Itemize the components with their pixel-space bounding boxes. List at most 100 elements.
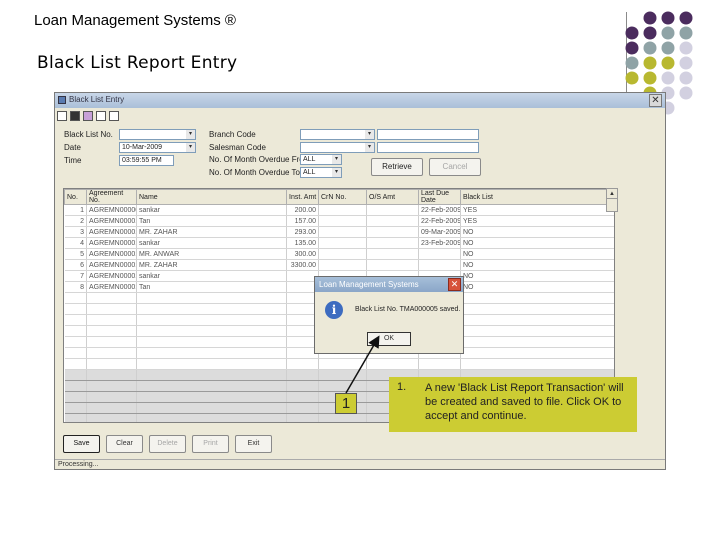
col-header-last-due-date[interactable]: Last Due Date — [418, 189, 461, 205]
toolbar — [57, 111, 119, 125]
salesman-name-field[interactable] — [377, 142, 479, 153]
branch-code-label: Branch Code — [209, 130, 256, 139]
row-black-list: NO — [460, 270, 614, 282]
decorative-dot — [661, 11, 675, 25]
decorative-dot — [679, 26, 693, 40]
time-field[interactable]: 03:59:55 PM — [119, 155, 174, 166]
table-row[interactable]: 2AGREMN000010Tan157.00 22-Feb-2009YES — [64, 215, 614, 227]
table-row[interactable]: 3AGREMN000010MR. ZAHAR293.00 09-Mar-2009N… — [64, 226, 614, 238]
print-icon[interactable] — [96, 111, 106, 121]
scroll-up-icon[interactable]: ▲ — [607, 189, 617, 199]
row-name: Tan — [136, 281, 287, 293]
blacklist-no-field[interactable]: ▾ — [119, 129, 196, 140]
empty-cell — [286, 369, 319, 381]
row-last-due-date: 23-Feb-2009 — [418, 237, 461, 249]
retrieve-button[interactable]: Retrieve — [371, 158, 423, 176]
chevron-down-icon[interactable]: ▾ — [186, 130, 195, 139]
row-crn-no — [318, 259, 367, 271]
date-field[interactable]: 10-Mar-2009 ▾ — [119, 142, 196, 153]
salesman-code-field[interactable]: ▾ — [300, 142, 375, 153]
col-header-no[interactable]: No. — [64, 189, 87, 205]
edit-pencil-icon[interactable] — [83, 111, 93, 121]
exit-icon[interactable] — [109, 111, 119, 121]
row-name: MR. ZAHAR — [136, 226, 287, 238]
save-button[interactable]: Save — [63, 435, 100, 453]
row-black-list: NO — [460, 237, 614, 249]
chevron-down-icon[interactable]: ▾ — [365, 130, 374, 139]
col-header-crn-no[interactable]: CrN No. — [318, 189, 367, 205]
months-overdue-from-select[interactable]: ALL ▾ — [300, 154, 342, 165]
row-os-amt — [366, 259, 419, 271]
row-name: sankar — [136, 204, 287, 216]
decorative-dot — [661, 26, 675, 40]
print-button[interactable]: Print — [192, 435, 229, 453]
empty-cell — [136, 391, 287, 403]
row-no: 8 — [64, 281, 87, 293]
saved-message-dialog: Loan Management Systems ✕ i Black List N… — [314, 276, 464, 354]
table-row[interactable]: 5AGREMN000012MR. ANWAR300.00 NO — [64, 248, 614, 260]
grid-header-row: No. Agreement No. Name Inst. Amt CrN No.… — [64, 189, 614, 205]
col-header-os-amt[interactable]: O/S Amt — [366, 189, 419, 205]
empty-cell — [286, 380, 319, 392]
row-name: sankar — [136, 270, 287, 282]
empty-cell — [136, 358, 287, 370]
action-buttons: Save Clear Delete Print Exit — [63, 435, 272, 453]
col-header-name[interactable]: Name — [136, 189, 287, 205]
row-crn-no — [318, 237, 367, 249]
row-agreement-no: AGREMN000011 — [86, 237, 137, 249]
empty-cell — [86, 292, 137, 304]
status-bar: Processing... — [55, 459, 665, 470]
branch-name-field[interactable] — [377, 129, 479, 140]
row-agreement-no: AGREMN000013 — [86, 259, 137, 271]
empty-cell — [318, 413, 367, 422]
decorative-dot — [625, 41, 639, 55]
months-overdue-to-select[interactable]: ALL ▾ — [300, 167, 342, 178]
grid-scrollbar[interactable]: ▲ — [606, 188, 618, 212]
row-os-amt — [366, 204, 419, 216]
decorative-dot — [679, 86, 693, 100]
row-inst-amt: 135.00 — [286, 237, 319, 249]
decorative-dot — [643, 56, 657, 70]
table-row[interactable]: 1AGREMN000009sankar200.00 22-Feb-2009YES — [64, 204, 614, 216]
row-inst-amt: 300.00 — [286, 248, 319, 260]
ok-button[interactable]: OK — [367, 332, 411, 346]
cancel-button[interactable]: Cancel — [429, 158, 481, 176]
row-last-due-date: 09-Mar-2009 — [418, 226, 461, 238]
new-doc-icon[interactable] — [57, 111, 67, 121]
window-titlebar[interactable]: Black List Entry ✕ — [55, 93, 665, 108]
row-os-amt — [366, 226, 419, 238]
row-black-list: NO — [460, 281, 614, 293]
chevron-down-icon[interactable]: ▾ — [332, 168, 341, 177]
empty-cell — [86, 325, 137, 337]
row-last-due-date — [418, 259, 461, 271]
date-label: Date — [64, 143, 81, 152]
clear-button[interactable]: Clear — [106, 435, 143, 453]
row-inst-amt: 3300.00 — [286, 259, 319, 271]
chevron-down-icon[interactable]: ▾ — [365, 143, 374, 152]
decorative-dot — [643, 11, 657, 25]
empty-row — [64, 358, 614, 370]
dialog-message: Black List No. TMA000005 saved. — [355, 306, 461, 313]
empty-cell — [136, 413, 287, 422]
table-row[interactable]: 4AGREMN000011sankar135.00 23-Feb-2009NO — [64, 237, 614, 249]
window-close-button[interactable]: ✕ — [649, 94, 662, 107]
table-row[interactable]: 6AGREMN000013MR. ZAHAR3300.00 NO — [64, 259, 614, 271]
branch-code-field[interactable]: ▾ — [300, 129, 375, 140]
delete-button[interactable]: Delete — [149, 435, 186, 453]
decorative-dot — [661, 56, 675, 70]
row-last-due-date: 22-Feb-2009 — [418, 215, 461, 227]
col-header-inst-amt[interactable]: Inst. Amt — [286, 189, 319, 205]
empty-cell — [64, 292, 87, 304]
save-disk-icon[interactable] — [70, 111, 80, 121]
chevron-down-icon[interactable]: ▾ — [186, 143, 195, 152]
row-crn-no — [318, 226, 367, 238]
empty-cell — [64, 325, 87, 337]
empty-cell — [318, 369, 367, 381]
empty-cell — [86, 358, 137, 370]
dialog-close-button[interactable]: ✕ — [448, 278, 461, 291]
exit-button[interactable]: Exit — [235, 435, 272, 453]
empty-cell — [64, 380, 87, 392]
col-header-black-list[interactable]: Black List — [460, 189, 614, 205]
chevron-down-icon[interactable]: ▾ — [332, 155, 341, 164]
col-header-agreement-no[interactable]: Agreement No. — [86, 189, 137, 205]
